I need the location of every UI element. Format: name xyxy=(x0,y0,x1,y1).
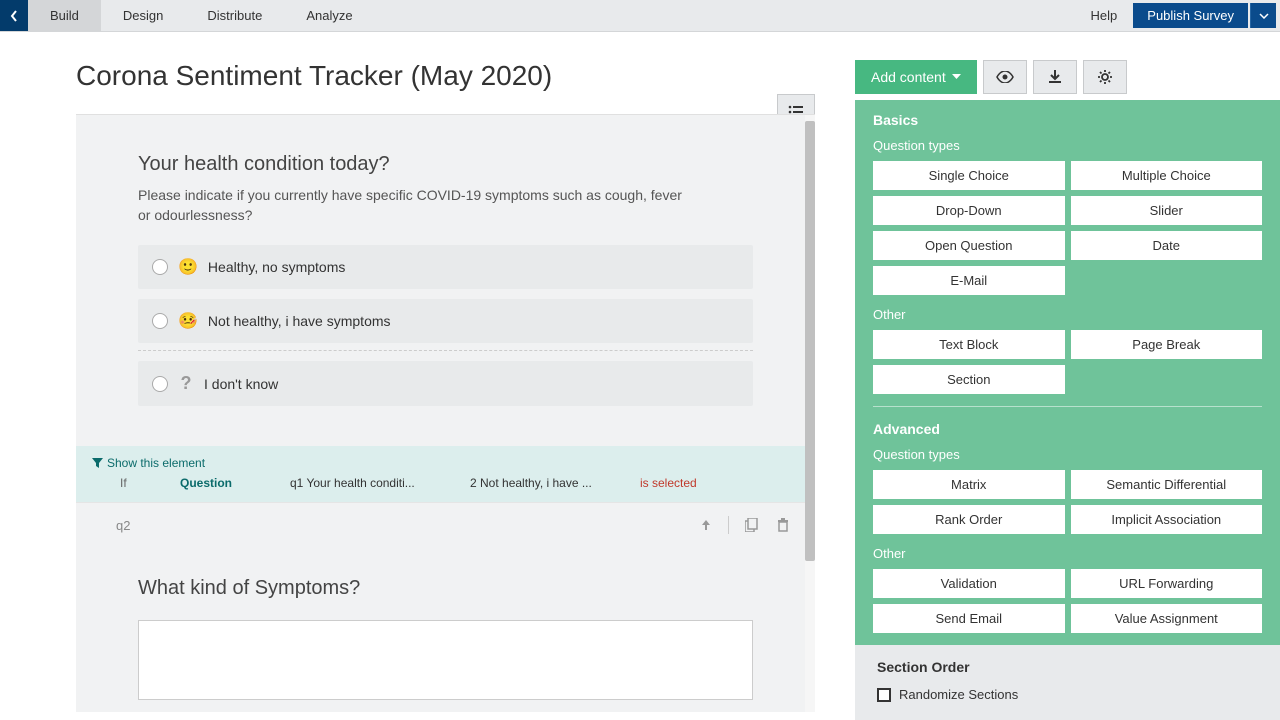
side-panel: Add content Basics Question types Single… xyxy=(855,32,1280,720)
side-toolbar: Add content xyxy=(855,60,1280,100)
q2-title[interactable]: What kind of Symptoms? xyxy=(138,577,753,600)
arrow-up-icon xyxy=(700,518,712,532)
radio-icon xyxy=(152,259,168,275)
q2-toolbar: q2 xyxy=(76,502,815,547)
q2-id: q2 xyxy=(92,518,132,533)
chevron-left-icon xyxy=(9,9,19,23)
trash-icon xyxy=(777,518,789,532)
q1-option-2[interactable]: 🤒 Not healthy, i have symptoms xyxy=(138,299,753,343)
q2-textarea[interactable] xyxy=(138,620,753,700)
tab-design[interactable]: Design xyxy=(101,0,185,31)
randomize-label: Randomize Sections xyxy=(899,687,1018,702)
sick-emoji-icon: 🤒 xyxy=(178,311,198,331)
condition-header: Show this element xyxy=(92,456,799,470)
type-date[interactable]: Date xyxy=(1071,231,1263,260)
type-section[interactable]: Section xyxy=(873,365,1065,394)
cond-selected[interactable]: is selected xyxy=(640,476,697,490)
section-order-title: Section Order xyxy=(877,659,1258,675)
smile-emoji-icon: 🙂 xyxy=(178,257,198,277)
condition-block[interactable]: Show this element If Question q1 Your he… xyxy=(76,446,815,502)
divider xyxy=(873,406,1262,407)
adv-qtypes-heading: Question types xyxy=(873,447,1262,462)
tab-distribute[interactable]: Distribute xyxy=(185,0,284,31)
tab-build[interactable]: Build xyxy=(28,0,101,31)
publish-button[interactable]: Publish Survey xyxy=(1133,3,1248,28)
eye-icon xyxy=(996,71,1014,83)
scrollbar-thumb[interactable] xyxy=(805,121,815,561)
condition-row: If Question q1 Your health conditi... 2 … xyxy=(92,470,799,490)
q1-option-3[interactable]: ? I don't know xyxy=(138,361,753,406)
download-button[interactable] xyxy=(1033,60,1077,94)
page-title: Corona Sentiment Tracker (May 2020) xyxy=(76,60,855,92)
cond-choice[interactable]: 2 Not healthy, i have ... xyxy=(470,476,610,490)
caret-down-icon xyxy=(1259,13,1269,19)
preview-button[interactable] xyxy=(983,60,1027,94)
basics-heading: Basics xyxy=(873,112,1262,128)
radio-icon xyxy=(152,313,168,329)
type-semantic-differential[interactable]: Semantic Differential xyxy=(1071,470,1263,499)
section-order-panel: Section Order Randomize Sections xyxy=(855,645,1280,720)
type-validation[interactable]: Validation xyxy=(873,569,1065,598)
filter-icon xyxy=(92,458,103,469)
q1-title[interactable]: Your health condition today? xyxy=(138,153,753,176)
type-send-email[interactable]: Send Email xyxy=(873,604,1065,633)
cond-question-ref[interactable]: q1 Your health conditi... xyxy=(290,476,440,490)
publish-dropdown[interactable] xyxy=(1250,3,1276,28)
type-page-break[interactable]: Page Break xyxy=(1071,330,1263,359)
randomize-sections-row[interactable]: Randomize Sections xyxy=(877,687,1258,702)
copy-icon xyxy=(745,518,758,532)
gear-icon xyxy=(1097,69,1113,85)
type-multiple-choice[interactable]: Multiple Choice xyxy=(1071,161,1263,190)
type-open-question[interactable]: Open Question xyxy=(873,231,1065,260)
option-label: Not healthy, i have symptoms xyxy=(208,313,391,329)
cond-if: If xyxy=(120,476,150,490)
other-heading: Other xyxy=(873,307,1262,322)
download-icon xyxy=(1048,70,1062,84)
type-rank-order[interactable]: Rank Order xyxy=(873,505,1065,534)
q1-option-1[interactable]: 🙂 Healthy, no symptoms xyxy=(138,245,753,289)
add-content-button[interactable]: Add content xyxy=(855,60,977,94)
tab-analyze[interactable]: Analyze xyxy=(284,0,374,31)
radio-icon xyxy=(152,376,168,392)
move-up-button[interactable] xyxy=(690,513,722,537)
type-drop-down[interactable]: Drop-Down xyxy=(873,196,1065,225)
question-mark-icon: ? xyxy=(178,373,194,394)
type-single-choice[interactable]: Single Choice xyxy=(873,161,1065,190)
delete-button[interactable] xyxy=(767,513,799,537)
q1-help[interactable]: Please indicate if you currently have sp… xyxy=(138,186,698,225)
survey-panel: Your health condition today? Please indi… xyxy=(76,114,815,712)
adv-other-heading: Other xyxy=(873,546,1262,561)
type-matrix[interactable]: Matrix xyxy=(873,470,1065,499)
cond-question-label[interactable]: Question xyxy=(180,476,260,490)
option-label: Healthy, no symptoms xyxy=(208,259,345,275)
back-button[interactable] xyxy=(0,0,28,31)
copy-button[interactable] xyxy=(735,513,767,537)
help-link[interactable]: Help xyxy=(1075,0,1134,31)
main-column: Corona Sentiment Tracker (May 2020) Your… xyxy=(0,32,855,720)
type-value-assignment[interactable]: Value Assignment xyxy=(1071,604,1263,633)
advanced-heading: Advanced xyxy=(873,421,1262,437)
type-text-block[interactable]: Text Block xyxy=(873,330,1065,359)
option-label: I don't know xyxy=(204,376,278,392)
question-1: Your health condition today? Please indi… xyxy=(76,115,815,446)
question-2: What kind of Symptoms? xyxy=(76,547,815,700)
type-implicit-association[interactable]: Implicit Association xyxy=(1071,505,1263,534)
type-slider[interactable]: Slider xyxy=(1071,196,1263,225)
top-nav: Build Design Distribute Analyze Help Pub… xyxy=(0,0,1280,32)
checkbox-icon xyxy=(877,688,891,702)
nav-tabs: Build Design Distribute Analyze xyxy=(28,0,375,31)
caret-down-icon xyxy=(952,74,961,80)
type-email[interactable]: E-Mail xyxy=(873,266,1065,295)
type-url-forwarding[interactable]: URL Forwarding xyxy=(1071,569,1263,598)
content-panel: Basics Question types Single Choice Mult… xyxy=(855,100,1280,720)
qtypes-heading: Question types xyxy=(873,138,1262,153)
scrollbar-track[interactable] xyxy=(805,115,815,712)
settings-button[interactable] xyxy=(1083,60,1127,94)
